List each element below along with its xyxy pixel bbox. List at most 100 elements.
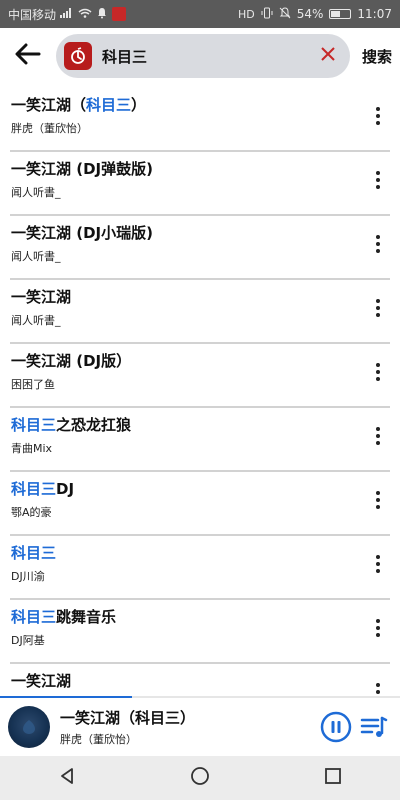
result-artist: 困困了鱼 (11, 378, 55, 391)
dot (376, 370, 380, 374)
result-row[interactable]: 科目三DJ 鄂A的豪 (0, 472, 400, 536)
pause-circle-icon (320, 711, 352, 747)
result-row[interactable]: 科目三之恐龙扛狼 青曲Mix (0, 408, 400, 472)
pause-button[interactable] (320, 711, 352, 743)
player-track-artist: 胖虎（董欣怡） (60, 733, 137, 746)
more-options-button[interactable] (370, 488, 386, 512)
clear-search-button[interactable] (314, 42, 342, 70)
more-vert-icon (376, 427, 380, 445)
status-bar: 中国移动 HD 54% 11:07 (0, 0, 400, 28)
dot (376, 114, 380, 118)
more-options-button[interactable] (370, 552, 386, 576)
result-title: 一笑江湖 (DJ弹鼓版) (11, 158, 153, 179)
dot (376, 313, 380, 317)
dot (376, 683, 380, 687)
dot (376, 249, 380, 253)
dot (376, 491, 380, 495)
result-artist: 胖虎（董欣怡） (11, 122, 88, 135)
home-circle-icon (190, 766, 210, 790)
playlist-button[interactable] (360, 713, 388, 741)
player-track-title: 一笑江湖（科目三） (60, 709, 196, 727)
more-options-button[interactable] (370, 296, 386, 320)
nav-recents-button[interactable] (313, 758, 353, 798)
highlighted-keyword: 科目三 (11, 608, 57, 626)
back-triangle-icon (58, 767, 76, 789)
result-row[interactable]: 科目三 DJ川渝 (0, 536, 400, 600)
more-options-button[interactable] (370, 168, 386, 192)
title-text: 一笑江湖 (DJ弹鼓版) (11, 160, 153, 178)
more-options-button[interactable] (370, 232, 386, 256)
more-options-button[interactable] (370, 424, 386, 448)
result-row[interactable]: 一笑江湖 (DJ小瑞版) 闻人听書_ (0, 216, 400, 280)
result-artist: DJ阿基 (11, 634, 45, 647)
dot (376, 235, 380, 239)
more-options-button[interactable] (370, 616, 386, 640)
more-vert-icon (376, 683, 380, 696)
result-artist: DJ川渝 (11, 570, 45, 583)
title-text: 一笑江湖 (DJ版） (11, 352, 132, 370)
dot (376, 441, 380, 445)
result-row[interactable]: 一笑江湖 (DJ版） 困困了鱼 (0, 344, 400, 408)
result-row[interactable]: 一笑江湖 (DJ弹鼓版) 闻人听書_ (0, 152, 400, 216)
signal-icon (60, 8, 74, 20)
album-art[interactable] (8, 706, 50, 748)
title-text: DJ (56, 480, 75, 498)
more-vert-icon (376, 619, 380, 637)
result-row[interactable]: 一笑江湖（科目三） 胖虎（董欣怡） (0, 88, 400, 152)
arrow-left-icon (15, 43, 41, 69)
search-button[interactable]: 搜索 (362, 46, 392, 67)
more-options-button[interactable] (370, 680, 386, 696)
dot (376, 690, 380, 694)
status-left: 中国移动 (8, 6, 238, 23)
mini-player[interactable]: 一笑江湖（科目三） 胖虎（董欣怡） (0, 698, 400, 756)
more-options-button[interactable] (370, 360, 386, 384)
player-info[interactable]: 一笑江湖（科目三） 胖虎（董欣怡） (60, 707, 320, 747)
result-title: 一笑江湖（科目三） (11, 94, 146, 115)
dot (376, 562, 380, 566)
nav-back-button[interactable] (47, 758, 87, 798)
back-button[interactable] (8, 36, 48, 76)
search-bar[interactable]: 科目三 (56, 34, 350, 78)
result-title: 一笑江湖 (11, 670, 71, 691)
battery-percent: 54% (296, 7, 324, 21)
result-row[interactable]: 一笑江湖 闻人听書_ (0, 280, 400, 344)
mute-icon (279, 7, 291, 21)
more-options-button[interactable] (370, 104, 386, 128)
more-vert-icon (376, 363, 380, 381)
dot (376, 185, 380, 189)
music-app-logo (64, 42, 92, 70)
dot (376, 242, 380, 246)
search-header: 科目三 搜索 (0, 28, 400, 84)
result-title: 科目三DJ (11, 478, 74, 499)
title-text: 一笑江湖 (11, 288, 72, 306)
title-text: 跳舞音乐 (56, 608, 117, 626)
result-row[interactable]: 科目三跳舞音乐 DJ阿基 (0, 600, 400, 664)
highlighted-keyword: 科目三 (11, 544, 57, 562)
more-vert-icon (376, 171, 380, 189)
more-vert-icon (376, 299, 380, 317)
search-results-list: 一笑江湖（科目三） 胖虎（董欣怡） 一笑江湖 (DJ弹鼓版) 闻人听書_ 一笑江湖 (D… (0, 88, 400, 696)
search-input[interactable]: 科目三 (102, 46, 314, 67)
wifi-icon (78, 8, 92, 20)
result-artist: 闻人听書_ (11, 186, 61, 199)
dot (376, 427, 380, 431)
carrier-label: 中国移动 (8, 7, 57, 22)
dot (376, 121, 380, 125)
result-artist: 青曲Mix (11, 442, 53, 455)
result-row[interactable]: 一笑江湖大眼鱼泽涛 (0, 664, 400, 696)
nav-home-button[interactable] (180, 758, 220, 798)
dot (376, 306, 380, 310)
close-icon (320, 46, 336, 66)
title-text: 一笑江湖 (DJ小瑞版) (11, 224, 153, 242)
dot (376, 434, 380, 438)
highlighted-keyword: 科目三 (11, 480, 57, 498)
battery-icon (329, 9, 352, 19)
title-text: 之恐龙扛狼 (56, 416, 132, 434)
dot (376, 299, 380, 303)
dot (376, 107, 380, 111)
vibrate-icon (261, 7, 273, 21)
status-right: HD 54% 11:07 (238, 7, 392, 21)
dot (376, 178, 380, 182)
system-navigation-bar (0, 756, 400, 800)
dot (376, 377, 380, 381)
